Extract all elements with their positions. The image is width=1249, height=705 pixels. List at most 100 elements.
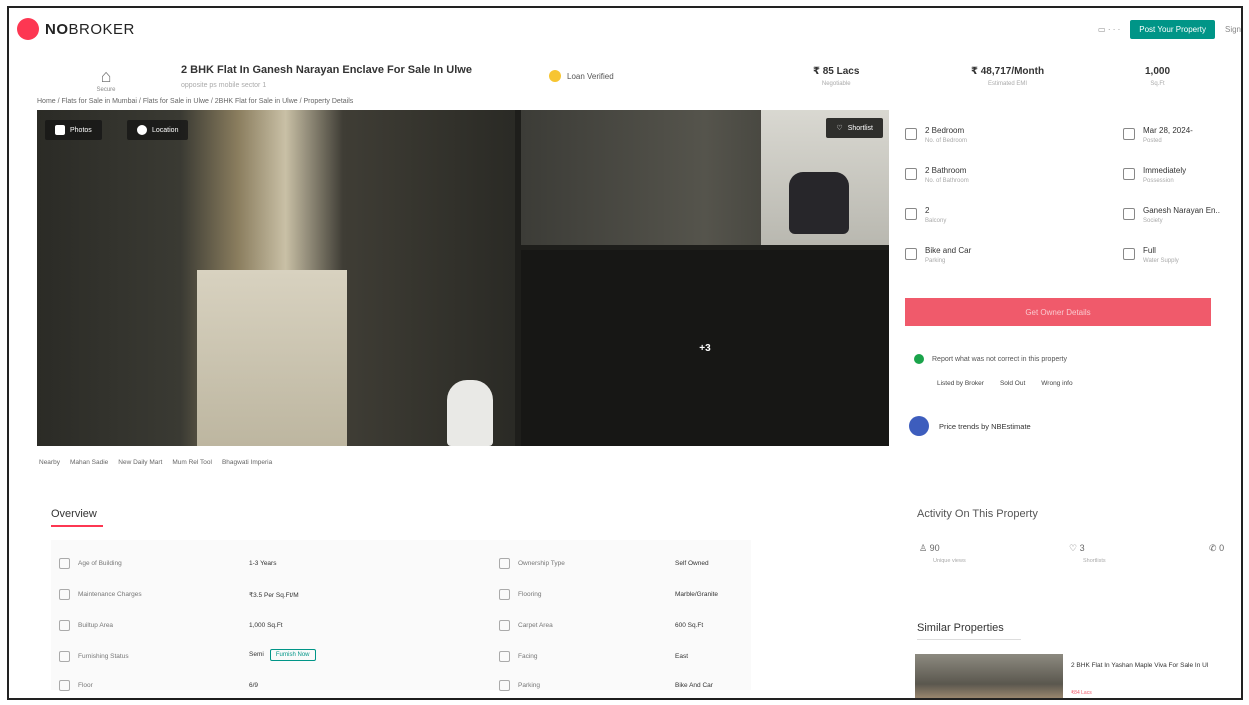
logo-icon xyxy=(17,18,39,40)
report-option-broker[interactable]: Listed by Broker xyxy=(937,380,984,387)
price-trends-label: Price trends by NBEstimate xyxy=(939,421,1031,431)
overview-label: Maintenance Charges xyxy=(59,589,142,600)
calendar-icon xyxy=(1123,128,1135,140)
similar-property-title[interactable]: 2 BHK Flat In Yashan Maple Viva For Sale… xyxy=(1071,662,1208,669)
similar-property-image[interactable] xyxy=(915,654,1063,698)
overview-label-text: Ownership Type xyxy=(518,560,565,567)
detail-value[interactable]: Ganesh Narayan En.. xyxy=(1143,206,1220,215)
heart-outline-icon: ♡ xyxy=(1069,543,1078,553)
nearby-item[interactable]: New Daily Mart xyxy=(118,459,162,466)
detail-balcony: 2 Balcony xyxy=(905,206,946,224)
detail-value: Full xyxy=(1143,246,1156,255)
furnish-now-button[interactable]: Furnish Now xyxy=(269,649,316,661)
photos-button[interactable]: Photos xyxy=(45,120,102,140)
user-menu-icon[interactable]: ▭ · · · xyxy=(1098,25,1120,34)
overview-heading: Overview xyxy=(51,508,103,527)
overview-value: Self Owned xyxy=(675,560,709,567)
detail-posted-date: Mar 28, 2024- Posted xyxy=(1123,126,1193,144)
overview-value: 1,000 Sq.Ft xyxy=(249,622,283,629)
emi-value: ₹ 48,717/Month xyxy=(971,66,1045,77)
logo-bold-text: NO xyxy=(45,20,69,38)
overview-label-text: Floor xyxy=(78,682,93,689)
camera-icon xyxy=(55,125,65,135)
parking-icon xyxy=(499,680,510,691)
detail-label: Society xyxy=(1143,218,1163,224)
info-icon xyxy=(914,354,924,364)
more-photos-count: +3 xyxy=(521,250,889,446)
carpet-area-icon xyxy=(499,620,510,631)
sign-in-link[interactable]: Sign xyxy=(1225,25,1241,34)
overview-value: 1-3 Years xyxy=(249,560,277,567)
breadcrumb[interactable]: Home / Flats for Sale in Mumbai / Flats … xyxy=(37,98,353,105)
maintenance-icon xyxy=(59,589,70,600)
detail-value: Immediately xyxy=(1143,166,1187,175)
overview-label-text: Furnishing Status xyxy=(78,653,129,660)
nearby-item[interactable]: Bhagwati Imperia xyxy=(222,459,272,466)
car-icon xyxy=(905,248,917,260)
top-header: NOBROKER ▭ · · · Post Your Property Sign xyxy=(9,8,1241,48)
report-text[interactable]: Report what was not correct in this prop… xyxy=(932,356,1067,363)
building-icon xyxy=(1123,208,1135,220)
overview-table: Age of Building 1-3 Years Ownership Type… xyxy=(51,540,751,691)
loan-verified-label: Loan Verified xyxy=(567,71,614,81)
detail-label: Water Supply xyxy=(1143,258,1179,264)
nearby-item[interactable]: Mahan Sadie xyxy=(70,459,108,466)
overview-label: Furnishing Status xyxy=(59,651,129,662)
header-actions: ▭ · · · Post Your Property Sign xyxy=(1098,20,1241,39)
main-photo[interactable] xyxy=(37,110,515,446)
views-label: Unique views xyxy=(933,558,966,564)
shortlist-label: Shortlists xyxy=(1083,558,1106,564)
bath-icon xyxy=(905,168,917,180)
overview-value: East xyxy=(675,653,689,660)
detail-parking: Bike and Car Parking xyxy=(905,246,971,264)
more-photos-tile[interactable]: +3 xyxy=(521,250,889,446)
overview-value: Bike And Car xyxy=(675,682,713,689)
phone-icon: ✆ xyxy=(1209,543,1217,553)
report-option-sold-out[interactable]: Sold Out xyxy=(1000,380,1025,387)
overview-label: Parking xyxy=(499,680,540,691)
price-trends-link[interactable]: Price trends by NBEstimate xyxy=(909,416,1031,436)
overview-value: Semi Furnish Now xyxy=(249,649,316,661)
overview-label: Floor xyxy=(59,680,93,691)
area-label: Sq.Ft xyxy=(1150,81,1165,87)
overview-label-text: Builtup Area xyxy=(78,622,114,629)
clock-icon xyxy=(1123,168,1135,180)
nearby-item[interactable]: Mum Rel Tool xyxy=(172,459,212,466)
report-option-wrong-info[interactable]: Wrong info xyxy=(1041,380,1072,387)
location-label: Location xyxy=(152,126,179,134)
photos-label: Photos xyxy=(70,126,92,134)
detail-label: No. of Bedroom xyxy=(925,138,968,144)
nearby-label: Nearby xyxy=(39,459,60,466)
contacts-count: 0 xyxy=(1219,543,1225,553)
photo-gallery[interactable]: +3 Photos Location ♡ Shortlist xyxy=(37,110,889,446)
property-title: 2 BHK Flat In Ganesh Narayan Enclave For… xyxy=(181,64,472,76)
page-frame: NOBROKER ▭ · · · Post Your Property Sign… xyxy=(7,6,1243,700)
emi-stat: ₹ 48,717/Month Estimated EMI xyxy=(971,66,1044,87)
area-value: 1,000 xyxy=(1145,66,1171,77)
shortlist-button[interactable]: ♡ Shortlist xyxy=(826,118,883,138)
views-count: 90 xyxy=(929,543,940,553)
facing-icon xyxy=(499,651,510,662)
post-property-button[interactable]: Post Your Property xyxy=(1130,20,1215,39)
secure-caption: Secure xyxy=(96,87,116,93)
detail-value: 2 xyxy=(925,206,930,215)
shortlist-label: Shortlist xyxy=(847,124,873,132)
nobroker-logo[interactable]: NOBROKER xyxy=(17,18,135,40)
get-owner-details-button[interactable]: Get Owner Details xyxy=(905,298,1211,326)
secure-home-icon: ⌂ Secure xyxy=(89,66,123,93)
loan-verified-icon xyxy=(549,70,561,82)
views-icon: ♙ xyxy=(919,543,928,553)
furnishing-icon xyxy=(59,651,70,662)
property-subtitle: opposite ps mobile sector 1 xyxy=(181,82,267,89)
detail-value: Bike and Car xyxy=(925,246,972,255)
chair-photo-detail xyxy=(447,380,493,446)
overview-label-text: Maintenance Charges xyxy=(78,591,142,598)
overview-label-text: Carpet Area xyxy=(518,622,553,629)
report-section: Report what was not correct in this prop… xyxy=(914,354,1067,364)
detail-value: 2 Bathroom xyxy=(925,166,967,175)
price-label: Negotiable xyxy=(821,81,851,87)
logo-rest-text: BROKER xyxy=(68,20,135,38)
overview-label: Age of Building xyxy=(59,558,122,569)
floor-icon xyxy=(59,680,70,691)
location-button[interactable]: Location xyxy=(127,120,189,140)
